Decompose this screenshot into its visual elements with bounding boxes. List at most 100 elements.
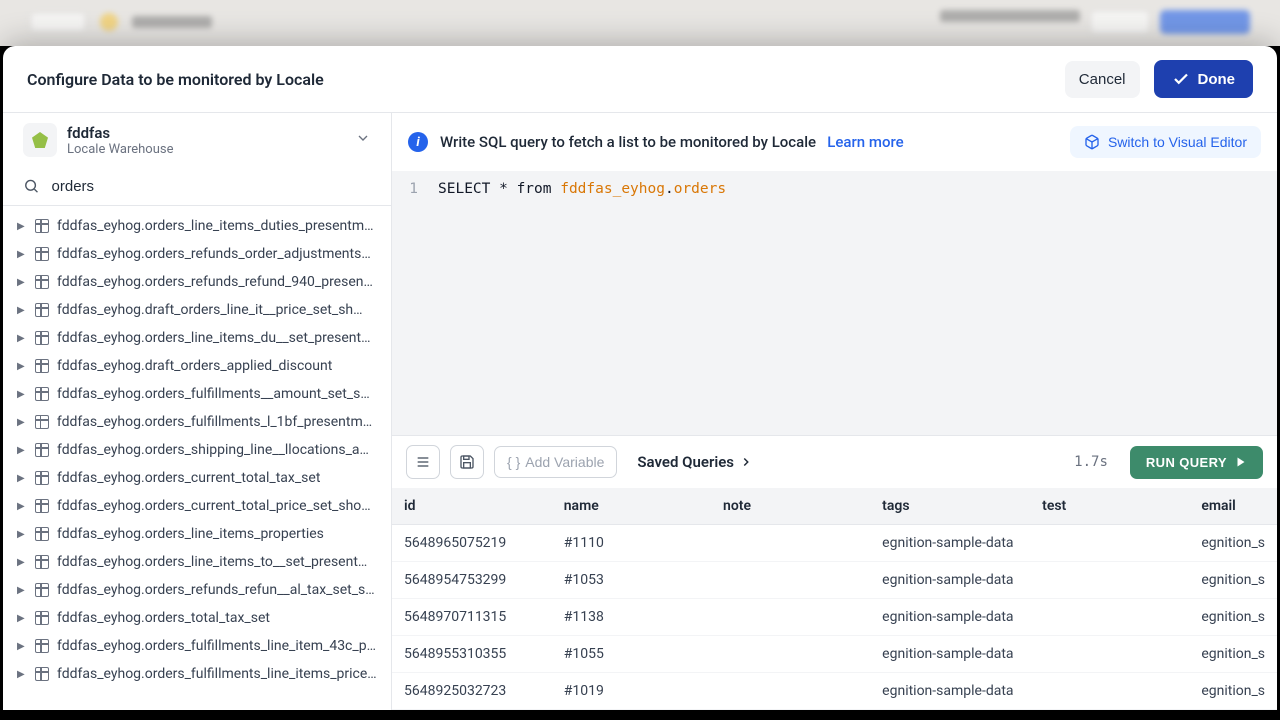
chevron-right-icon: ▶ [17, 669, 27, 680]
table-icon [35, 639, 49, 653]
table-search[interactable] [3, 167, 391, 206]
table-item[interactable]: ▶ fddfas_eyhog.draft_orders_applied_disc… [3, 352, 391, 380]
saved-queries-button[interactable]: Saved Queries [637, 453, 753, 471]
table-row[interactable]: 5648955310355#1055egnition-sample-dataeg… [392, 636, 1277, 673]
table-icon [35, 247, 49, 261]
table-item[interactable]: ▶ fddfas_eyhog.orders_line_items_duties_… [3, 212, 391, 240]
list-icon [415, 454, 431, 470]
column-header[interactable]: name [552, 488, 711, 525]
switch-visual-editor-button[interactable]: Switch to Visual Editor [1070, 126, 1261, 158]
line-number: 1 [404, 181, 418, 197]
search-icon [23, 177, 40, 195]
table-icon [35, 331, 49, 345]
learn-more-link[interactable]: Learn more [827, 133, 903, 151]
table-cell: #1053 [552, 562, 711, 599]
table-cell [1030, 562, 1189, 599]
table-item-label: fddfas_eyhog.orders_fulfillments__amount… [57, 386, 370, 402]
table-cell [1030, 525, 1189, 562]
table-cell: egnition_s [1189, 562, 1277, 599]
table-cell [711, 525, 870, 562]
search-input[interactable] [52, 178, 371, 195]
add-variable-button[interactable]: { } Add Variable [494, 446, 617, 478]
table-cell: 5648954753299 [392, 562, 552, 599]
modal-title: Configure Data to be monitored by Locale [27, 70, 324, 89]
results-table: idnamenotetagstestemail 5648965075219#11… [392, 488, 1277, 710]
table-icon [35, 667, 49, 681]
table-item-label: fddfas_eyhog.orders_line_items_duties_pr… [57, 218, 374, 234]
table-icon [35, 443, 49, 457]
backdrop [0, 0, 1280, 46]
results-panel[interactable]: idnamenotetagstestemail 5648965075219#11… [392, 488, 1277, 710]
table-item[interactable]: ▶ fddfas_eyhog.orders_refunds_refund_940… [3, 268, 391, 296]
table-item[interactable]: ▶ fddfas_eyhog.orders_total_tax_set [3, 604, 391, 632]
column-header[interactable]: note [711, 488, 870, 525]
table-item[interactable]: ▶ fddfas_eyhog.orders_refunds_refun__al_… [3, 576, 391, 604]
table-item-label: fddfas_eyhog.orders_fulfillments_line_it… [57, 638, 376, 654]
helper-label: Write SQL query to fetch a list to be mo… [440, 133, 816, 151]
table-item-label: fddfas_eyhog.orders_line_items_du__set_p… [57, 330, 370, 346]
table-icon [35, 555, 49, 569]
table-item[interactable]: ▶ fddfas_eyhog.orders_line_items_du__set… [3, 324, 391, 352]
table-list[interactable]: ▶ fddfas_eyhog.orders_line_items_duties_… [3, 206, 391, 710]
table-item[interactable]: ▶ fddfas_eyhog.orders_fulfillments__amou… [3, 380, 391, 408]
chevron-right-icon: ▶ [17, 305, 27, 316]
list-view-button[interactable] [406, 445, 440, 479]
sql-text: SELECT * from fddfas_eyhog.orders [438, 181, 726, 197]
save-icon [459, 454, 475, 470]
table-icon [35, 527, 49, 541]
column-header[interactable]: id [392, 488, 552, 525]
done-button[interactable]: Done [1154, 60, 1254, 98]
column-header[interactable]: tags [870, 488, 1030, 525]
editor-toolbar: { } Add Variable Saved Queries 1.7s RUN … [392, 435, 1277, 488]
table-cell: 5648965075219 [392, 525, 552, 562]
table-row[interactable]: 5648965075219#1110egnition-sample-dataeg… [392, 525, 1277, 562]
table-cell: #1055 [552, 636, 711, 673]
table-cell: 5648925032723 [392, 673, 552, 710]
chevron-right-icon: ▶ [17, 361, 27, 372]
chevron-right-icon: ▶ [17, 585, 27, 596]
run-query-button[interactable]: RUN QUERY [1130, 446, 1263, 479]
sidebar: fddfas Locale Warehouse ▶ fddfas_eyhog.o… [3, 113, 392, 710]
table-item[interactable]: ▶ fddfas_eyhog.orders_shipping_line__llo… [3, 436, 391, 464]
save-button[interactable] [450, 445, 484, 479]
table-item[interactable]: ▶ fddfas_eyhog.orders_line_items_to__set… [3, 548, 391, 576]
table-row[interactable]: 5648954753299#1053 egnition-sample-data eg… [392, 562, 1277, 599]
table-item[interactable]: ▶ fddfas_eyhog.orders_refunds_order_adju… [3, 240, 391, 268]
table-item[interactable]: ▶ fddfas_eyhog.orders_fulfillments_line_… [3, 632, 391, 660]
add-variable-label: Add Variable [525, 454, 604, 470]
table-item[interactable]: ▶ fddfas_eyhog.orders_fulfillments_l_1bf… [3, 408, 391, 436]
column-header[interactable]: email [1189, 488, 1277, 525]
braces-icon: { } [507, 454, 520, 470]
chevron-right-icon: ▶ [17, 417, 27, 428]
table-item[interactable]: ▶ fddfas_eyhog.orders_current_total_pric… [3, 492, 391, 520]
column-header[interactable]: test [1030, 488, 1189, 525]
play-icon [1235, 456, 1247, 468]
table-row[interactable]: 5648970711315#1138egnition-sample-dataeg… [392, 599, 1277, 636]
table-item-label: fddfas_eyhog.orders_current_total_price_… [57, 498, 371, 514]
table-cell: egnition_s [1189, 673, 1277, 710]
table-item-label: fddfas_eyhog.orders_line_items_to__set_p… [57, 554, 367, 570]
table-item[interactable]: ▶ fddfas_eyhog.orders_fulfillments_line_… [3, 660, 391, 688]
shopify-icon [23, 123, 57, 157]
table-item[interactable]: ▶ fddfas_eyhog.draft_orders_line_it__pri… [3, 296, 391, 324]
table-item-label: fddfas_eyhog.orders_refunds_refund_940_p… [57, 274, 373, 290]
table-item[interactable]: ▶ fddfas_eyhog.orders_line_items_propert… [3, 520, 391, 548]
cancel-button[interactable]: Cancel [1065, 61, 1140, 98]
table-cell: egnition_s [1189, 599, 1277, 636]
chevron-right-icon: ▶ [17, 613, 27, 624]
warehouse-subtitle: Locale Warehouse [67, 142, 345, 157]
table-cell [711, 673, 870, 710]
sql-editor[interactable]: 1 SELECT * from fddfas_eyhog.orders [392, 171, 1277, 435]
configure-data-modal: Configure Data to be monitored by Locale… [3, 46, 1277, 710]
table-item[interactable]: ▶ fddfas_eyhog.orders_current_total_tax_… [3, 464, 391, 492]
table-header-row: idnamenotetagstestemail [392, 488, 1277, 525]
table-cell [711, 599, 870, 636]
table-cell: #1138 [552, 599, 711, 636]
warehouse-selector[interactable]: fddfas Locale Warehouse [3, 113, 391, 167]
table-cell: egnition_s [1189, 525, 1277, 562]
table-icon [35, 275, 49, 289]
table-icon [35, 359, 49, 373]
table-row[interactable]: 5648925032723#1019egnition-sample-dataeg… [392, 673, 1277, 710]
table-cell: egnition-sample-data [870, 562, 1030, 599]
chevron-right-icon: ▶ [17, 473, 27, 484]
